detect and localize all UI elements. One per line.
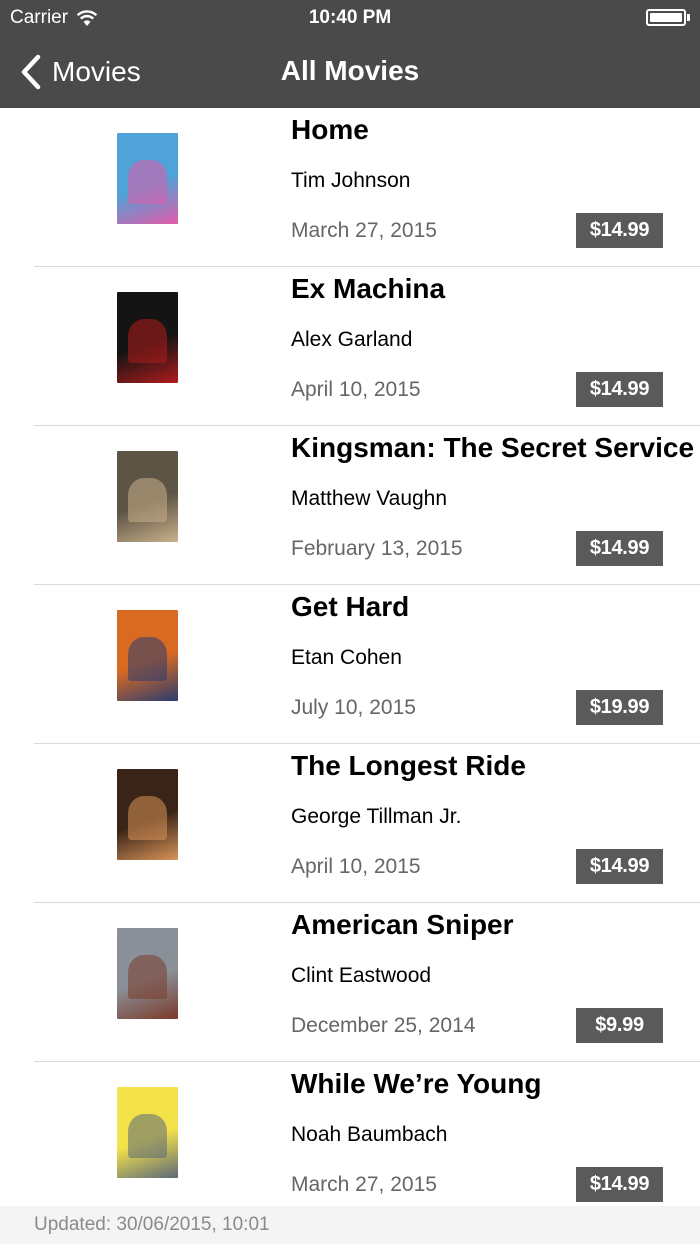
status-bar: Carrier 10:40 PM	[0, 0, 700, 36]
movie-title: Get Hard	[291, 591, 410, 622]
movie-row[interactable]: Ex Machina Alex Garland April 10, 2015 $…	[0, 267, 700, 426]
price-button[interactable]: $14.99	[576, 372, 663, 407]
movie-director: Matthew Vaughn	[291, 487, 448, 510]
movie-row[interactable]: The Longest Ride George Tillman Jr. Apri…	[0, 744, 700, 903]
movie-release-date: March 27, 2015	[291, 1173, 437, 1196]
movie-director: Clint Eastwood	[291, 964, 432, 987]
footer: Updated: 30/06/2015, 10:01	[0, 1206, 700, 1244]
movie-director: Noah Baumbach	[291, 1123, 448, 1146]
movie-poster	[117, 451, 178, 542]
poster-art	[127, 160, 168, 204]
back-button[interactable]: Movies	[18, 52, 141, 92]
poster-art	[127, 319, 168, 363]
header: Carrier 10:40 PM Movies All Movies	[0, 0, 700, 108]
movie-poster	[117, 610, 178, 701]
movie-release-date: April 10, 2015	[291, 855, 421, 878]
poster-art	[127, 796, 168, 840]
movie-list[interactable]: Home Tim Johnson March 27, 2015 $14.99 E…	[0, 108, 700, 1206]
movie-poster	[117, 292, 178, 383]
price-button[interactable]: $19.99	[576, 690, 663, 725]
movie-poster	[117, 769, 178, 860]
movie-director: Etan Cohen	[291, 646, 402, 669]
poster-art	[127, 955, 168, 999]
movie-title: Ex Machina	[291, 273, 446, 304]
price-button[interactable]: $14.99	[576, 849, 663, 884]
movie-title: Kingsman: The Secret Service	[291, 432, 695, 463]
movie-release-date: December 25, 2014	[291, 1014, 476, 1037]
poster-art	[127, 478, 168, 522]
movie-row[interactable]: Kingsman: The Secret Service Matthew Vau…	[0, 426, 700, 585]
navigation-bar: Movies All Movies	[0, 36, 700, 108]
movie-poster	[117, 928, 178, 1019]
movie-release-date: March 27, 2015	[291, 219, 437, 242]
updated-timestamp: Updated: 30/06/2015, 10:01	[34, 1214, 270, 1235]
battery-icon	[646, 9, 690, 26]
movie-poster	[117, 133, 178, 224]
movie-director: Alex Garland	[291, 328, 413, 351]
movie-release-date: July 10, 2015	[291, 696, 416, 719]
movie-release-date: February 13, 2015	[291, 537, 463, 560]
movie-title: American Sniper	[291, 909, 514, 940]
price-button[interactable]: $14.99	[576, 213, 663, 248]
movie-title: The Longest Ride	[291, 750, 526, 781]
chevron-left-icon	[21, 54, 41, 90]
movie-row[interactable]: While We’re Young Noah Baumbach March 27…	[0, 1062, 700, 1206]
movie-release-date: April 10, 2015	[291, 378, 421, 401]
price-button[interactable]: $14.99	[576, 1167, 663, 1202]
movie-title: While We’re Young	[291, 1068, 542, 1099]
movie-row[interactable]: Home Tim Johnson March 27, 2015 $14.99	[0, 108, 700, 267]
movie-title: Home	[291, 114, 369, 145]
movie-director: George Tillman Jr.	[291, 805, 462, 828]
movie-director: Tim Johnson	[291, 169, 411, 192]
movie-row[interactable]: Get Hard Etan Cohen July 10, 2015 $19.99	[0, 585, 700, 744]
status-time: 10:40 PM	[308, 7, 392, 28]
back-label: Movies	[52, 56, 141, 87]
poster-art	[127, 637, 168, 681]
poster-art	[127, 1114, 168, 1158]
movie-poster	[117, 1087, 178, 1178]
price-button[interactable]: $14.99	[576, 531, 663, 566]
movie-row[interactable]: American Sniper Clint Eastwood December …	[0, 903, 700, 1062]
price-button[interactable]: $9.99	[576, 1008, 663, 1043]
